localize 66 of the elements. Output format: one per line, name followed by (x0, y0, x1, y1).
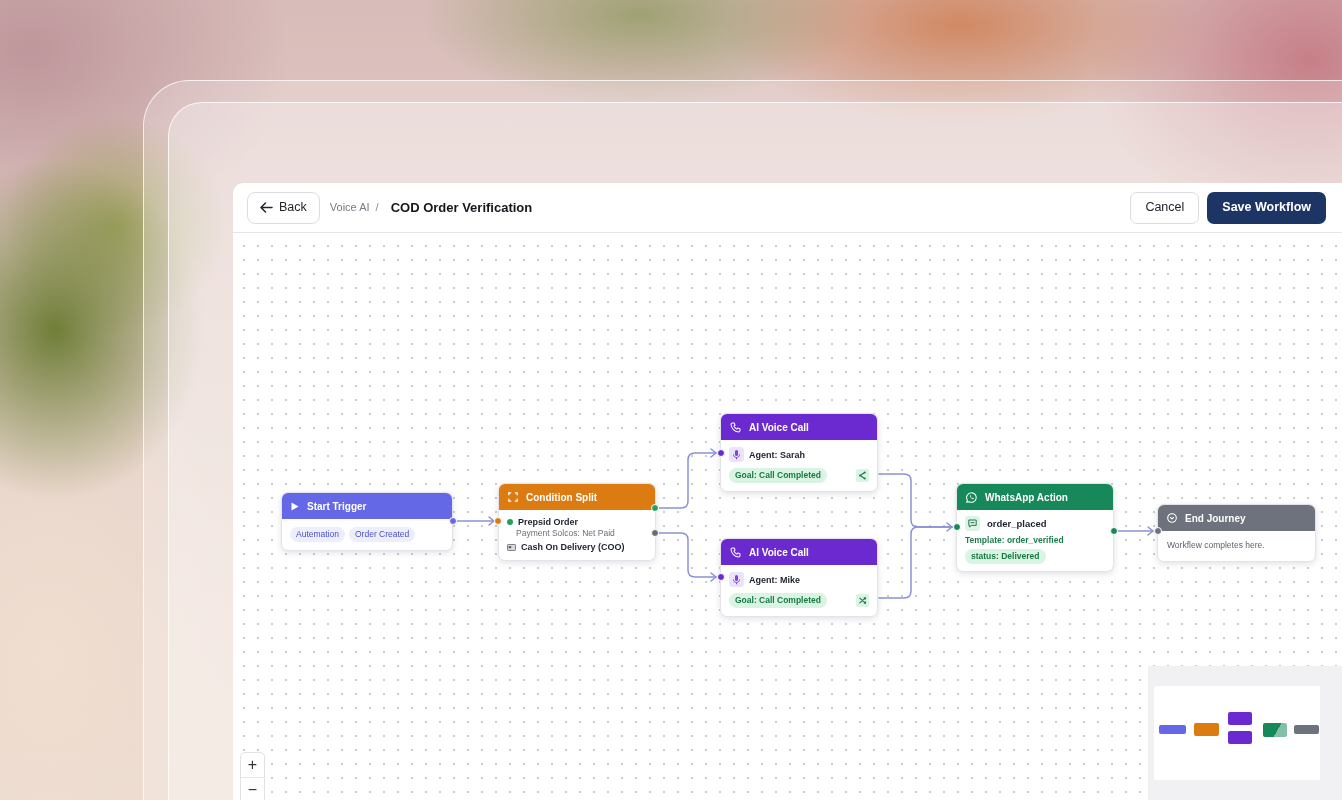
minimap-node (1263, 723, 1287, 737)
back-button[interactable]: Back (247, 191, 320, 224)
minimap-node (1159, 725, 1186, 734)
branch-detail: Payment Solcos: Net Paid (515, 528, 616, 539)
connector-arrow (455, 516, 495, 526)
phone-icon (730, 421, 741, 433)
play-icon (291, 501, 299, 511)
breadcrumb-separator: / (375, 200, 379, 216)
minimap-node (1194, 723, 1219, 736)
connector-port-icon[interactable] (651, 529, 659, 537)
event-name: order_placed (987, 517, 1047, 530)
save-button[interactable]: Save Workflow (1207, 191, 1326, 224)
connector-port-icon[interactable] (494, 517, 502, 525)
branch-label: Prepsid Order (518, 516, 579, 528)
trigger-tag: Autemation (290, 527, 345, 542)
phone-icon (730, 546, 741, 558)
template-name: Template: order_verified (965, 534, 1065, 546)
connector-port-icon[interactable] (651, 504, 659, 512)
chat-bubble-icon (966, 491, 977, 503)
trigger-tag: Order Created (349, 527, 416, 542)
minimap-node (1294, 725, 1319, 734)
end-node[interactable]: End Journey Workflew completes here. (1157, 504, 1316, 562)
corner-brackets-icon (508, 492, 518, 502)
whatsapp-node[interactable]: WhatsApp Action order_placed Template: order_verified status: Delivered (956, 483, 1114, 572)
agent-name: Agent: Sarah (749, 448, 805, 461)
arrow-left-icon (260, 202, 273, 213)
agent-name: Agent: Mike (749, 573, 800, 586)
delivery-status-tag: status: Delivered (965, 549, 1046, 564)
connector-port-icon[interactable] (449, 517, 457, 525)
connector-arrow (1117, 526, 1154, 536)
node-title: AI Voice Call (749, 545, 809, 560)
page-title: COD Order Verification (390, 198, 533, 217)
voice-call-node[interactable]: AI Voice Call Agent: Mike Goal: Call Completed (720, 538, 878, 617)
node-title: Condition Split (526, 490, 598, 505)
status-dot-icon (507, 519, 513, 525)
microphone-icon (729, 572, 744, 587)
node-title: AI Voice Call (749, 420, 809, 435)
minimap-node (1228, 712, 1252, 725)
goal-status-tag: Goal: Call Completed (729, 593, 827, 608)
connector-port-icon[interactable] (953, 523, 961, 531)
node-title: WhatsApp Action (985, 490, 1068, 505)
branch-label: Cash On Delivery (COO) (521, 541, 625, 553)
breadcrumb-link[interactable]: Voice AI (329, 199, 370, 216)
microphone-icon (729, 447, 744, 462)
voice-call-node[interactable]: AI Voice Call Agent: Sarah Goal: Call Completed (720, 413, 878, 492)
card-icon (507, 543, 516, 551)
zoom-in-button[interactable]: + (241, 753, 264, 777)
connector-port-icon[interactable] (1154, 527, 1162, 535)
minimap-node (1228, 731, 1252, 744)
connector-port-icon[interactable] (717, 573, 725, 581)
node-title: Start Trigger (307, 499, 367, 514)
goal-status-tag: Goal: Call Completed (729, 468, 827, 483)
message-icon (965, 516, 980, 531)
connector-port-icon[interactable] (1110, 527, 1118, 535)
end-note: Workflew completes here. (1167, 539, 1266, 552)
connector-arrow (658, 532, 717, 582)
connector-arrow (658, 448, 717, 509)
condition-node[interactable]: Condition Split Prepsid Order Payment Solcos: Net Paid Cash On Delivery (COO) (498, 483, 656, 561)
cancel-button[interactable]: Cancel (1130, 191, 1200, 224)
zoom-out-button[interactable]: − (241, 777, 264, 800)
circle-chevron-icon (1167, 513, 1177, 523)
share-icon[interactable] (856, 468, 869, 482)
shuffle-icon[interactable] (856, 593, 869, 607)
node-title: End Journey (1185, 511, 1246, 526)
connector-port-icon[interactable] (717, 449, 725, 457)
trigger-node[interactable]: Start Trigger Autemation Order Created (281, 492, 453, 551)
